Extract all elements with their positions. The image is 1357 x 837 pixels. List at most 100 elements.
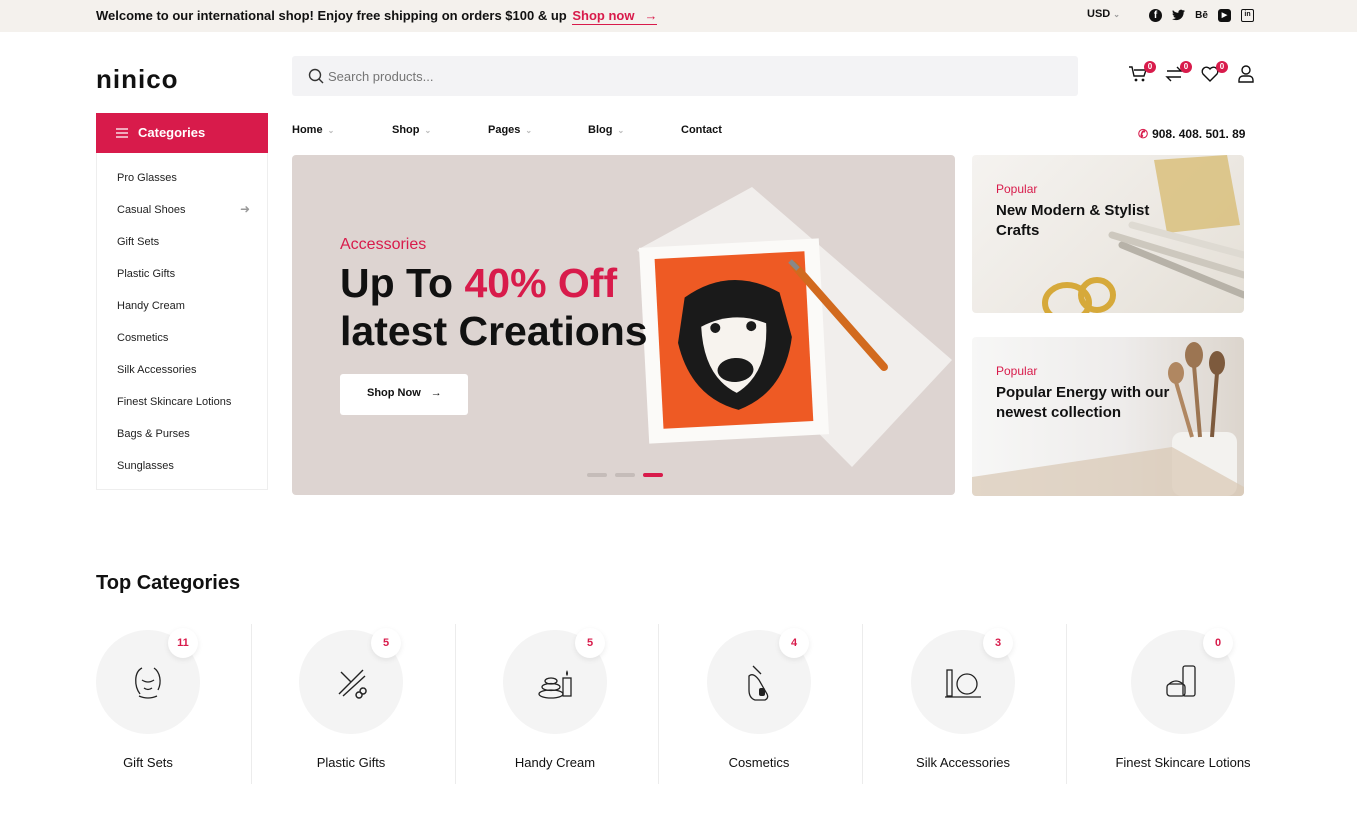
slider-dot-active[interactable] xyxy=(643,473,663,477)
category-item[interactable]: Handy Cream xyxy=(117,300,185,312)
categories-toggle[interactable]: Categories xyxy=(96,113,268,153)
shop-now-link[interactable]: Shop now → xyxy=(572,8,658,25)
category-count-badge: 3 xyxy=(983,628,1013,658)
chevron-down-icon: ⌄ xyxy=(1113,10,1120,19)
banner-tag: Popular xyxy=(996,182,1038,196)
categories-list: Pro Glasses Casual Shoes ➜ Gift Sets Pla… xyxy=(96,153,268,490)
search-bar xyxy=(292,56,1078,96)
category-label: Handy Cream xyxy=(514,755,596,770)
spa-stones-icon xyxy=(538,670,572,699)
category-item[interactable]: Finest Skincare Lotions xyxy=(117,396,231,408)
divider xyxy=(455,624,456,784)
currency-selector[interactable]: USD ⌄ xyxy=(1087,8,1120,20)
header-actions: 0 0 0 xyxy=(1128,61,1258,86)
welcome-text: Welcome to our international shop! Enjoy… xyxy=(96,8,567,23)
currency-label: USD xyxy=(1087,8,1111,20)
shop-now-label: Shop now xyxy=(572,8,635,23)
social-links: f Bē ▶ in xyxy=(1149,9,1254,22)
category-item[interactable]: Sunglasses xyxy=(117,460,174,472)
facebook-icon[interactable]: f xyxy=(1149,9,1162,22)
category-label: Gift Sets xyxy=(123,755,173,770)
banner-tag: Popular xyxy=(996,364,1038,378)
hero-title-line2: latest Creations xyxy=(340,308,648,354)
makeup-mirror-icon xyxy=(945,669,981,698)
nav-label: Contact xyxy=(681,124,722,136)
category-label: Silk Accessories xyxy=(916,755,1010,770)
hero-title-highlight: 40% Off xyxy=(464,260,618,306)
compare-button[interactable]: 0 xyxy=(1164,61,1192,86)
linkedin-icon[interactable]: in xyxy=(1241,9,1254,22)
cart-count-badge: 0 xyxy=(1144,61,1156,73)
wishlist-button[interactable]: 0 xyxy=(1200,61,1228,86)
category-item[interactable]: Gift Sets xyxy=(117,236,159,248)
nav-label: Home xyxy=(292,124,323,136)
account-button[interactable] xyxy=(1236,64,1258,86)
category-item[interactable]: Silk Accessories xyxy=(117,364,196,376)
category-count-badge: 5 xyxy=(575,628,605,658)
top-category-card[interactable]: 5 Plastic Gifts xyxy=(299,624,456,784)
logo-text: ninico xyxy=(96,64,179,94)
nav-shop[interactable]: Shop ⌄ xyxy=(392,124,431,136)
hero-subtitle: Accessories xyxy=(340,236,427,253)
category-item[interactable]: Bags & Purses xyxy=(117,428,190,440)
nav-pages[interactable]: Pages ⌄ xyxy=(488,124,532,136)
top-category-card[interactable]: 4 Cosmetics xyxy=(707,624,863,784)
nav-home[interactable]: Home ⌄ xyxy=(292,124,334,136)
category-count-badge: 5 xyxy=(371,628,401,658)
nav-label: Shop xyxy=(392,124,420,136)
arrow-right-icon: → xyxy=(430,387,442,399)
behance-icon[interactable]: Bē xyxy=(1195,9,1208,22)
welcome-message: Welcome to our international shop! Enjoy… xyxy=(96,8,658,25)
category-item[interactable]: Casual Shoes xyxy=(117,204,186,216)
search-icon[interactable] xyxy=(308,68,324,89)
nav-blog[interactable]: Blog ⌄ xyxy=(588,124,624,136)
hero-slider: Accessories Up To 40% Off latest Creatio… xyxy=(292,155,955,495)
hero-shop-now-button[interactable]: Shop Now → xyxy=(340,374,468,415)
category-item[interactable]: Plastic Gifts xyxy=(117,268,175,280)
chevron-down-icon: ⌄ xyxy=(617,126,625,135)
top-category-card[interactable]: 0 Finest Skincare Lotions xyxy=(1115,624,1253,784)
hero-button-label: Shop Now xyxy=(367,387,421,399)
user-icon xyxy=(1238,65,1254,83)
compare-count-badge: 0 xyxy=(1180,61,1192,73)
categories-title: Categories xyxy=(138,125,206,140)
cart-button[interactable]: 0 xyxy=(1128,61,1156,86)
arrow-right-icon: → xyxy=(644,8,658,23)
menu-icon xyxy=(116,126,128,141)
category-count-badge: 4 xyxy=(779,628,809,658)
top-category-card[interactable]: 5 Handy Cream xyxy=(503,624,659,784)
category-label: Plastic Gifts xyxy=(316,755,386,770)
arrow-right-icon[interactable]: ➜ xyxy=(240,202,250,216)
banner-title: New Modern & Stylist Crafts xyxy=(996,202,1150,239)
category-label: Cosmetics xyxy=(728,755,790,770)
category-item[interactable]: Pro Glasses xyxy=(117,172,177,184)
top-category-card[interactable]: 3 Silk Accessories xyxy=(911,624,1067,784)
top-category-card[interactable]: 11 Gift Sets xyxy=(96,624,252,784)
hero-title: Up To 40% Off latest Creations xyxy=(340,259,648,355)
category-count-badge: 11 xyxy=(168,628,198,658)
wishlist-count-badge: 0 xyxy=(1216,61,1228,73)
hero-title-pre: Up To xyxy=(340,260,465,306)
nav-contact[interactable]: Contact xyxy=(681,124,722,136)
scissors-comb-icon xyxy=(338,669,367,699)
category-label: Finest Skincare Lotions xyxy=(1115,755,1251,770)
phone-number[interactable]: ✆ 908. 408. 501. 89 xyxy=(1138,127,1245,141)
cream-jar-icon xyxy=(1166,665,1196,697)
slider-dot[interactable] xyxy=(615,473,635,477)
promo-banner-crafts[interactable]: Popular New Modern & Stylist Crafts xyxy=(972,155,1244,313)
category-item[interactable]: Cosmetics xyxy=(117,332,168,344)
nav-label: Pages xyxy=(488,124,521,136)
slider-dot[interactable] xyxy=(587,473,607,477)
chevron-down-icon: ⌄ xyxy=(525,126,533,135)
divider xyxy=(862,624,863,784)
promo-banner-energy[interactable]: Popular Popular Energy with our newest c… xyxy=(972,337,1244,496)
banner-title: Popular Energy with our newest collectio… xyxy=(996,384,1170,421)
nail-polish-icon xyxy=(748,665,769,701)
face-care-icon xyxy=(135,667,161,699)
twitter-icon[interactable] xyxy=(1172,9,1185,22)
site-logo[interactable]: ninico xyxy=(96,64,179,95)
search-input[interactable] xyxy=(328,56,1028,96)
divider xyxy=(658,624,659,784)
youtube-icon[interactable]: ▶ xyxy=(1218,9,1231,22)
phone-text: 908. 408. 501. 89 xyxy=(1152,127,1246,141)
